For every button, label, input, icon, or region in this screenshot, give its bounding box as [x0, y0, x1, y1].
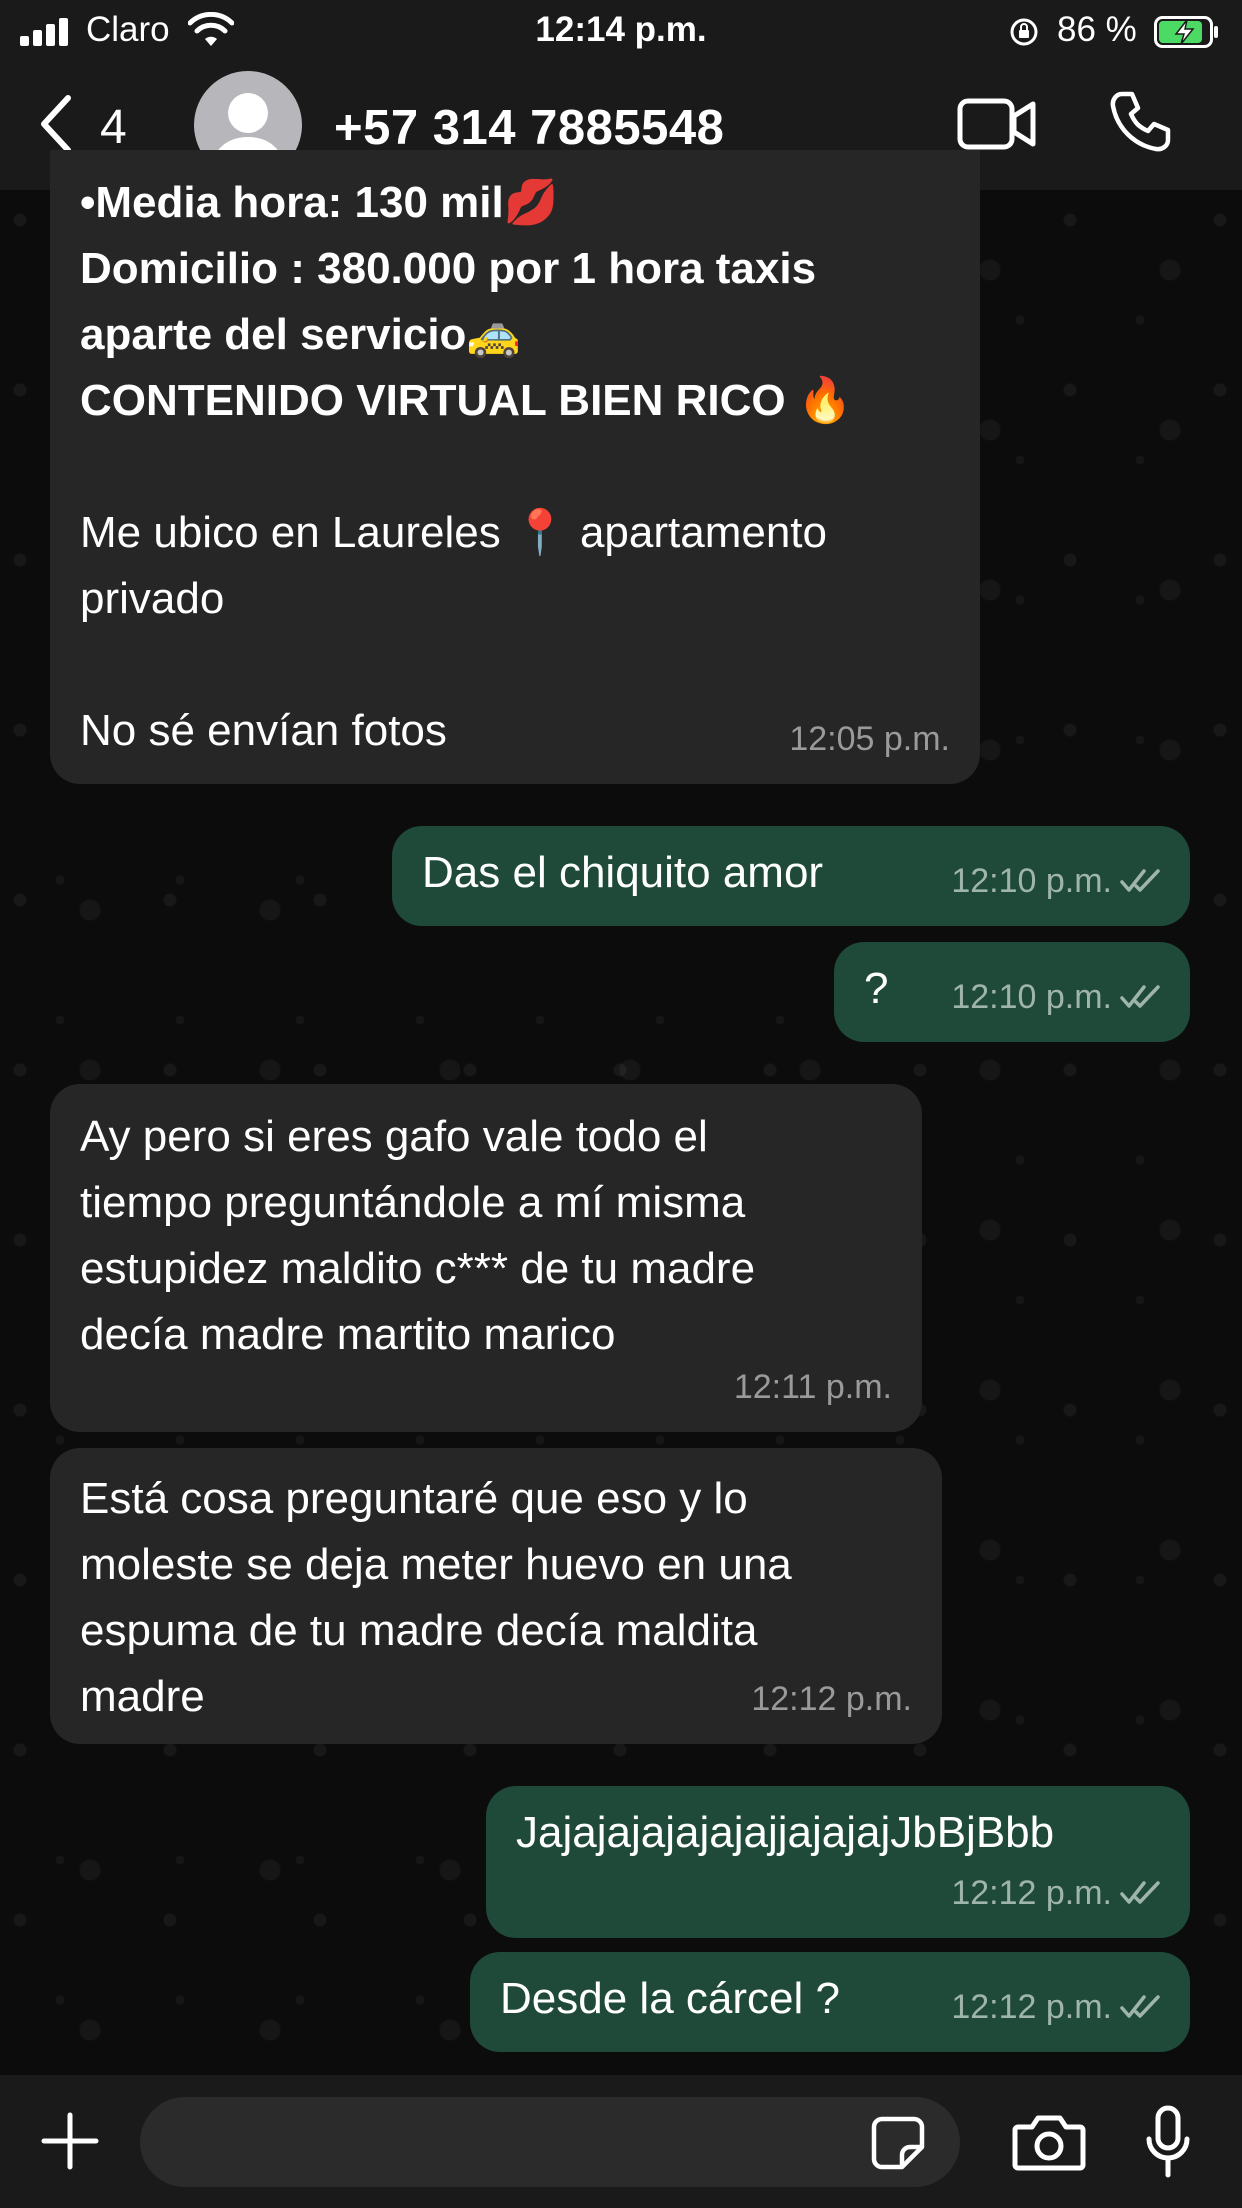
- message-time: 12:11 p.m.: [734, 1354, 892, 1420]
- message-text: JajajajajajajajjajajajJbBjBbb: [516, 1808, 1055, 1857]
- message-bubble-outgoing[interactable]: Desde la cárcel ? 12:12 p.m.: [470, 1952, 1190, 2052]
- message-time: 12:05 p.m.: [789, 706, 950, 772]
- plus-icon[interactable]: [38, 2109, 102, 2173]
- contact-name[interactable]: +57 314 7885548: [334, 100, 724, 156]
- message-text: •Media hora: 130 mil💋 Domicilio : 380.00…: [80, 178, 853, 425]
- battery-percentage: 86 %: [1057, 10, 1137, 49]
- message-bubble-outgoing[interactable]: JajajajajajajajjajajajJbBjBbb 12:12 p.m.: [486, 1786, 1190, 1938]
- message-bubble-outgoing[interactable]: Das el chiquito amor 12:10 p.m.: [392, 826, 1190, 926]
- rotation-lock-icon: [1010, 18, 1038, 46]
- message-bubble-incoming[interactable]: Ay pero si eres gafo vale todo el tiempo…: [50, 1084, 922, 1432]
- message-time-label: 12:05 p.m.: [789, 720, 950, 758]
- message-time: 12:10 p.m.: [951, 848, 1164, 914]
- status-time: 12:14 p.m.: [535, 10, 707, 49]
- read-ticks-icon: [1120, 985, 1160, 1008]
- message-time-label: 12:12 p.m.: [751, 1680, 912, 1718]
- video-call-icon[interactable]: [957, 96, 1037, 152]
- message-bubble-incoming[interactable]: Está cosa preguntaré que eso y lo molest…: [50, 1448, 942, 1744]
- message-text: Das el chiquito amor: [422, 848, 824, 897]
- back-chevron-icon[interactable]: [36, 92, 76, 156]
- microphone-icon[interactable]: [1144, 2105, 1192, 2179]
- message-text: Ay pero si eres gafo vale todo el tiempo…: [80, 1112, 756, 1359]
- message-text: ?: [864, 964, 889, 1013]
- message-composer: [0, 2075, 1242, 2208]
- phone-call-icon[interactable]: [1108, 90, 1172, 154]
- read-ticks-icon: [1120, 1995, 1160, 2018]
- message-bubble-incoming[interactable]: •Media hora: 130 mil💋 Domicilio : 380.00…: [50, 150, 980, 784]
- message-input[interactable]: [140, 2097, 960, 2187]
- sticker-icon[interactable]: [870, 2115, 926, 2171]
- message-time: 12:12 p.m.: [951, 1860, 1164, 1926]
- camera-icon[interactable]: [1012, 2113, 1086, 2171]
- message-bubble-outgoing[interactable]: ? 12:10 p.m.: [834, 942, 1190, 1042]
- message-text: Desde la cárcel ?: [500, 1974, 840, 2023]
- read-ticks-icon: [1120, 1881, 1160, 1904]
- message-time-label: 12:12 p.m.: [951, 1988, 1112, 2026]
- message-time-label: 12:11 p.m.: [733, 1368, 892, 1406]
- message-time: 12:12 p.m.: [951, 1974, 1164, 2040]
- whatsapp-chat-screen: Claro 12:14 p.m. 86 % 4 +57 314 7885548 …: [0, 0, 1242, 2208]
- message-time: 12:10 p.m.: [951, 964, 1164, 1030]
- status-bar: Claro 12:14 p.m. 86 %: [0, 0, 1242, 62]
- message-time-label: 12:10 p.m.: [951, 978, 1112, 1016]
- message-time-label: 12:12 p.m.: [951, 1874, 1112, 1912]
- unread-count[interactable]: 4: [100, 100, 127, 155]
- battery-charging-icon: [1154, 16, 1218, 48]
- message-time: 12:12 p.m.: [751, 1666, 912, 1732]
- message-time-label: 12:10 p.m.: [951, 862, 1112, 900]
- read-ticks-icon: [1120, 869, 1160, 892]
